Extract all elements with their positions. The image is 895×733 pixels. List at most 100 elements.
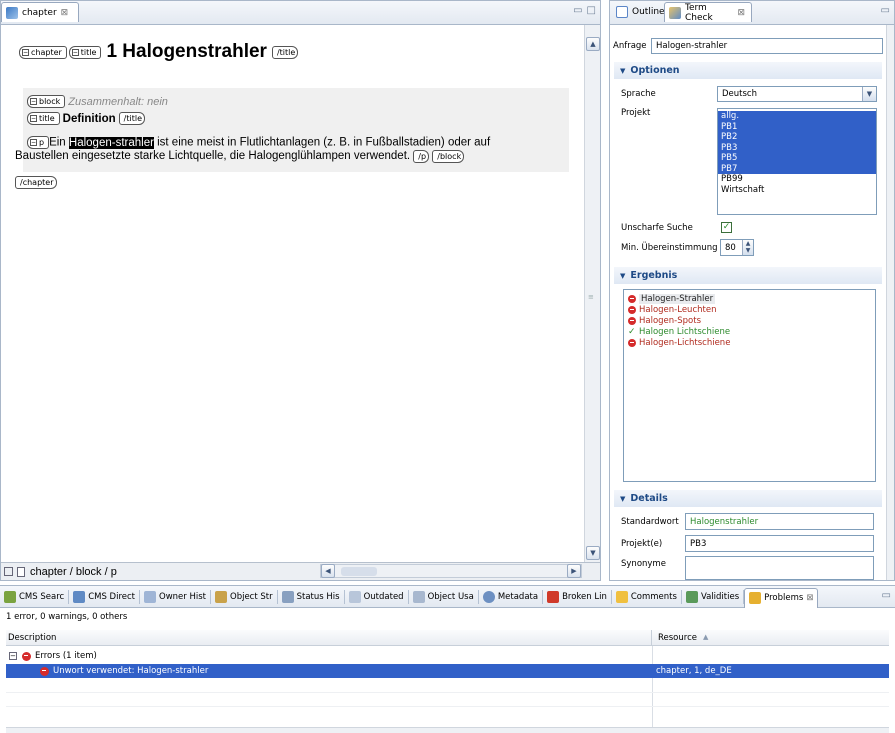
unscharfe-checkbox[interactable]: ✓: [721, 222, 732, 233]
tab-problems[interactable]: Problems ⊠: [744, 587, 819, 608]
p-end-tag[interactable]: /p: [413, 149, 430, 163]
unscharfe-label: Unscharfe Suche: [621, 223, 693, 233]
validities-icon: [685, 590, 698, 603]
block-tag[interactable]: − block: [27, 95, 66, 108]
scroll-thumb[interactable]: [341, 567, 377, 576]
error-icon: [628, 316, 636, 325]
spinner-arrows-icon[interactable]: ▲ ▼: [742, 240, 753, 255]
minimize-icon[interactable]: ▭: [881, 5, 890, 16]
close-tab-icon[interactable]: ⊠: [61, 8, 69, 18]
table-row-error[interactable]: Unwort verwendet: Halogen-strahler chapt…: [6, 664, 889, 678]
title-tag[interactable]: − title: [68, 45, 102, 59]
scroll-right-icon[interactable]: ▶: [567, 564, 581, 578]
unwort-highlight[interactable]: Halogen-strahler: [68, 136, 154, 149]
standardwort-field[interactable]: Halogenstrahler: [685, 513, 874, 530]
scroll-up-icon[interactable]: ▲: [586, 37, 600, 51]
tab-object-structure[interactable]: Object Str: [211, 586, 277, 607]
projekt-listbox[interactable]: allg. PB1 PB2 PB3 PB5 PB7 PB99 Wirtschaf…: [717, 108, 877, 215]
list-item[interactable]: PB5: [718, 153, 876, 164]
list-item[interactable]: Halogen-Lichtschiene: [624, 337, 875, 348]
horizontal-scrollbar[interactable]: ◀ ▶: [320, 564, 582, 578]
tab-validities[interactable]: Validities: [682, 586, 743, 607]
document-content[interactable]: − chapter − title 1 Halogenstrahler /title…: [1, 25, 584, 562]
minimize-icon[interactable]: ▭: [882, 590, 891, 601]
bottom-window-controls: ▭: [882, 590, 891, 601]
object-usage-icon: [412, 590, 425, 603]
projekte-field[interactable]: PB3: [685, 535, 874, 552]
chapter-heading-line: − chapter − title 1 Halogenstrahler /title: [19, 41, 299, 63]
list-item[interactable]: PB1: [718, 121, 876, 132]
minimize-icon[interactable]: ▭: [573, 5, 582, 16]
subtitle-end-tag[interactable]: /title: [118, 112, 146, 125]
chapter-tag[interactable]: − chapter: [19, 45, 67, 59]
min-uebereinstimmung-spinner[interactable]: 80 ▲ ▼: [720, 239, 754, 256]
scroll-left-icon[interactable]: ◀: [321, 564, 335, 578]
optionen-section-header[interactable]: ▼ Optionen: [614, 62, 882, 79]
close-tab-icon[interactable]: ⊠: [806, 593, 813, 603]
list-item[interactable]: ✓ Halogen Lichtschiene: [624, 326, 875, 337]
chevron-down-icon[interactable]: ▼: [862, 87, 876, 101]
list-item[interactable]: Halogen-Leuchten: [624, 304, 875, 315]
list-item[interactable]: allg.: [718, 111, 876, 122]
side-vertical-scrollbar[interactable]: [886, 25, 894, 580]
close-tab-icon[interactable]: ⊠: [737, 8, 745, 18]
tab-term-check[interactable]: Term Check ⊠: [664, 2, 752, 23]
view-toggle-icon[interactable]: [4, 567, 13, 576]
tab-comments[interactable]: Comments: [612, 586, 681, 607]
block-meta-text: Zusammenhalt: nein: [68, 95, 168, 108]
cms-search-icon: [4, 590, 16, 603]
scroll-down-icon[interactable]: ▼: [586, 546, 600, 560]
list-item[interactable]: Halogen-Strahler: [624, 293, 875, 304]
tab-cms-search[interactable]: CMS Searc: [0, 586, 68, 607]
tab-object-usage[interactable]: Object Usa: [409, 586, 478, 607]
ergebnis-list[interactable]: Halogen-Strahler Halogen-Leuchten Haloge…: [623, 289, 876, 482]
sprache-select[interactable]: Deutsch ▼: [717, 86, 877, 102]
synonyme-field[interactable]: [685, 556, 874, 580]
tab-outline[interactable]: Outline: [612, 2, 669, 22]
projekte-label: Projekt(e): [621, 539, 663, 549]
table-row-errors-group[interactable]: − Errors (1 item): [6, 649, 889, 663]
list-item[interactable]: PB99: [718, 174, 876, 185]
object-structure-icon: [215, 590, 227, 603]
tab-status-history[interactable]: Status His: [278, 586, 344, 607]
ergebnis-section-header[interactable]: ▼ Ergebnis: [614, 267, 882, 284]
tab-cms-direct[interactable]: CMS Direct: [69, 586, 139, 607]
collapse-icon[interactable]: −: [9, 652, 17, 660]
error-icon: [628, 338, 636, 347]
error-icon: [628, 305, 636, 314]
error-icon: [40, 666, 49, 676]
paragraph[interactable]: − p Ein Halogen-strahler ist eine meist in…: [15, 136, 567, 163]
problems-icon: [749, 592, 762, 604]
subtitle-tag[interactable]: − title: [27, 112, 60, 125]
editor-vertical-scrollbar[interactable]: ▲ ≡ ▼: [584, 25, 600, 562]
list-item[interactable]: PB7: [718, 163, 876, 174]
term-check-panel: Outline Term Check ⊠ ▭ Anfrage Halogen-s…: [609, 0, 895, 581]
details-section-header[interactable]: ▼ Details: [614, 490, 882, 507]
list-item[interactable]: PB3: [718, 142, 876, 153]
tab-owner-history[interactable]: Owner Hist: [140, 586, 210, 607]
tab-broken-links[interactable]: Broken Lin: [543, 586, 611, 607]
broken-link-icon: [547, 590, 560, 603]
synonyme-label: Synonyme: [621, 559, 666, 569]
list-item[interactable]: PB2: [718, 132, 876, 143]
title-end-tag[interactable]: /title: [271, 45, 299, 59]
side-tabbar: Outline Term Check ⊠ ▭: [610, 1, 894, 25]
maximize-icon[interactable]: □: [587, 5, 596, 16]
chapter-end-tag[interactable]: /chapter: [15, 176, 57, 189]
list-item[interactable]: Halogen-Spots: [624, 315, 875, 326]
list-item[interactable]: Wirtschaft: [718, 185, 876, 196]
column-header-resource[interactable]: Resource ▲: [652, 630, 714, 645]
column-header-description[interactable]: Description: [6, 630, 652, 645]
anfrage-input[interactable]: Halogen-strahler: [651, 38, 883, 54]
problems-horizontal-scrollbar[interactable]: [6, 727, 889, 733]
tab-metadata[interactable]: Metadata: [479, 586, 542, 607]
scroll-grip-icon[interactable]: ≡: [588, 293, 596, 311]
error-icon: [22, 651, 31, 661]
breadcrumb[interactable]: chapter / block / p: [30, 566, 117, 578]
tab-outdated[interactable]: Outdated: [345, 586, 408, 607]
sort-ascending-icon: ▲: [702, 633, 709, 641]
xml-file-icon: [6, 6, 18, 19]
block-end-tag[interactable]: /block: [432, 149, 465, 163]
tab-chapter[interactable]: chapter ⊠: [1, 2, 79, 22]
p-tag[interactable]: − p: [27, 136, 50, 149]
